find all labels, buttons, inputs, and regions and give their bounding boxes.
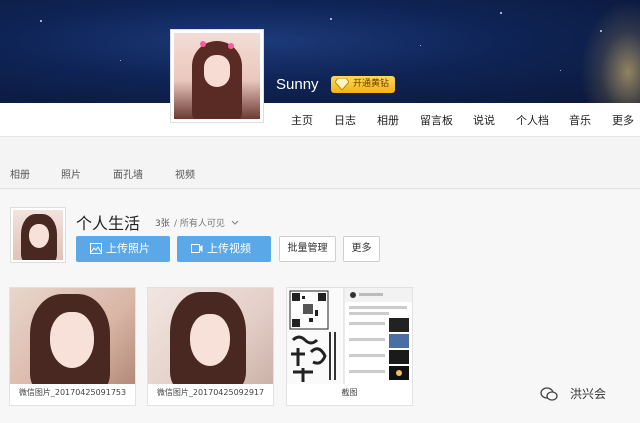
video-upload-icon [191,244,203,253]
flower-decoration [228,43,234,49]
tab-photos[interactable]: 照片 [61,166,81,181]
photo-item[interactable]: 微信图片_20170425092917 [147,287,274,406]
photo-item[interactable]: 微信图片_20170425091753 [9,287,136,406]
figure-face [190,314,230,366]
nav-albums[interactable]: 相册 [377,112,399,128]
album-cover-image [13,210,63,260]
vip-upgrade-button[interactable]: 开通黄钻 [331,76,396,93]
visibility-label: / 所有人可见 [174,219,225,229]
image-upload-icon [90,243,102,254]
nav-blog[interactable]: 日志 [334,112,356,128]
more-button[interactable]: 更多 [343,236,380,262]
tab-videos[interactable]: 视频 [175,166,195,181]
photo-thumbnail [148,288,273,384]
vip-badge-label: 开通黄钻 [353,79,390,89]
banner-glow [580,0,640,103]
photo-caption: 截图 [341,388,358,397]
photo-count: 3张 [155,219,170,229]
nav-more[interactable]: 更多 [612,112,634,128]
star [330,18,332,20]
profile-banner [0,0,640,103]
diamond-icon [335,78,349,90]
batch-manage-button[interactable]: 批量管理 [279,236,336,262]
album-subtabs: 相册 照片 面孔墙 视频 [0,137,640,189]
main-nav: 主页 日志 相册 留言板 说说 个人档 音乐 更多 [0,103,640,137]
tab-face-wall[interactable]: 面孔墙 [113,166,143,181]
watermark-text: 洪兴会 [570,387,607,401]
upload-video-label: 上传视频 [207,242,251,255]
nav-home[interactable]: 主页 [291,112,313,128]
upload-video-button[interactable]: 上传视频 [177,236,271,262]
username[interactable]: Sunny [276,76,319,93]
album-title: 个人生活 [76,214,141,233]
photo-thumbnail [10,288,135,384]
nav-moments[interactable]: 说说 [473,112,495,128]
star [420,45,421,46]
upload-photo-label: 上传照片 [106,242,150,255]
nav-music[interactable]: 音乐 [569,112,591,128]
flower-decoration [200,41,206,47]
photo-thumbnail [287,288,412,384]
figure-face [29,224,49,248]
nav-profile[interactable]: 个人档 [516,112,549,128]
photo-item[interactable]: 截图 [286,287,413,406]
wechat-icon [540,387,558,401]
album-cover[interactable] [10,207,66,263]
avatar[interactable] [170,29,264,123]
upload-photo-button[interactable]: 上传照片 [76,236,170,262]
visibility-selector[interactable]: / 所有人可见 [174,216,239,229]
nav-guestbook[interactable]: 留言板 [420,112,453,128]
avatar-photo [174,33,260,119]
tab-albums[interactable]: 相册 [10,166,30,181]
star [500,12,502,14]
star [560,70,561,71]
photo-caption: 微信图片_20170425091753 [18,388,127,397]
chevron-down-icon [231,220,239,225]
photo-caption: 微信图片_20170425092917 [156,388,265,397]
avatar-face [204,55,230,87]
star [120,60,121,61]
star [40,20,42,22]
screenshot-collage [287,288,412,384]
figure-face [50,312,94,368]
